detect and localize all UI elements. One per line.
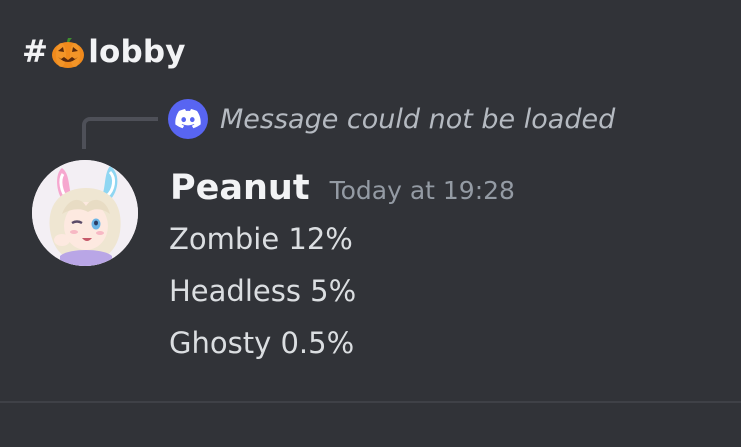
avatar[interactable] [32, 160, 138, 266]
author-name[interactable]: Peanut [170, 168, 310, 208]
message-line: Ghosty 0.5% [169, 326, 355, 360]
message-line: Zombie 12% [169, 222, 353, 256]
message-line: Headless 5% [169, 274, 357, 308]
reply-reference[interactable]: Message could not be loaded [168, 97, 615, 141]
divider [0, 401, 741, 403]
reply-spine [82, 117, 158, 149]
message-header: Peanut Today at 19:28 [170, 168, 515, 214]
message-timestamp[interactable]: Today at 19:28 [330, 176, 515, 205]
channel-name: lobby [88, 34, 186, 70]
chat-view: # lobby Message could not be loaded Pean… [0, 0, 741, 447]
jack-o-lantern-icon [50, 34, 86, 70]
channel-hash: # [22, 34, 49, 70]
discord-logo-icon [168, 99, 208, 139]
channel-title[interactable]: # lobby [22, 30, 186, 74]
reply-unavailable-text: Message could not be loaded [220, 103, 616, 135]
